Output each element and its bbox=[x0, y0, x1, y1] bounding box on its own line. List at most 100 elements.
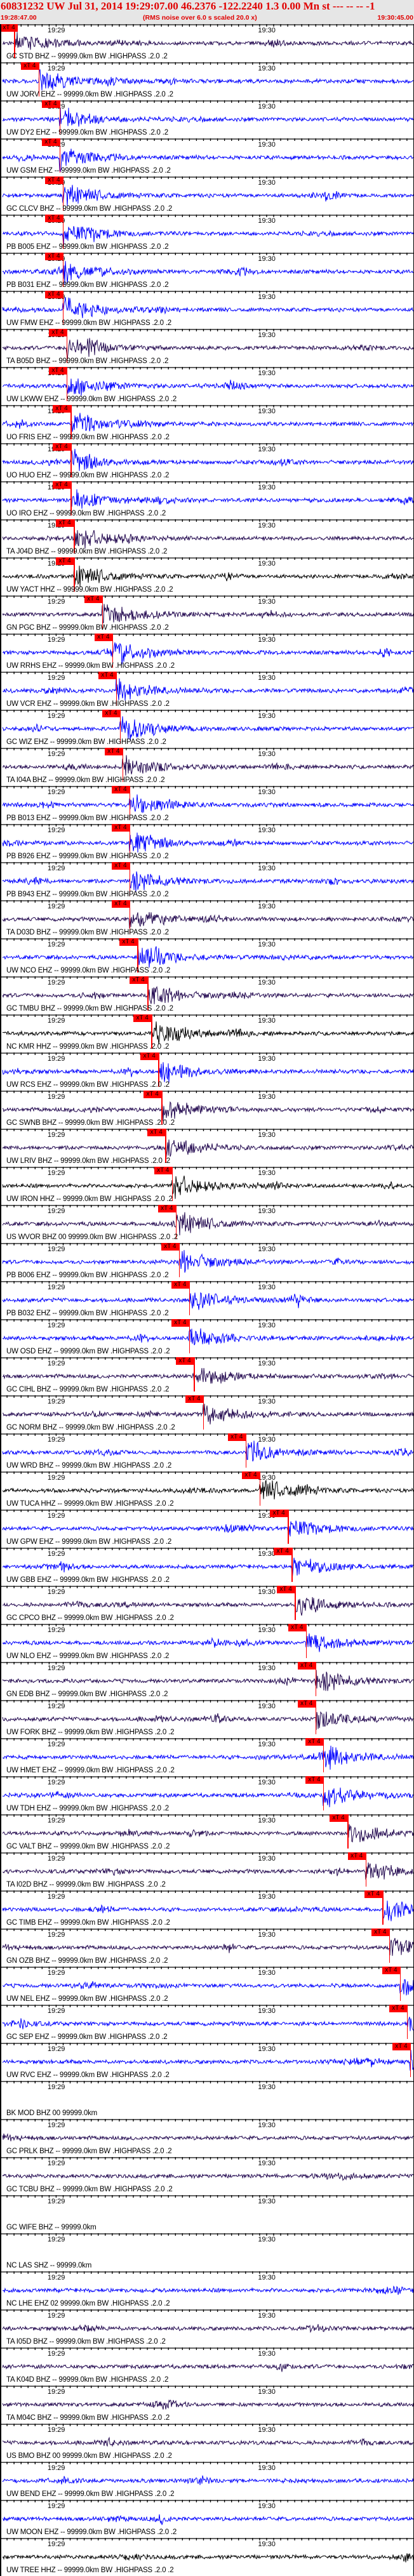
channel-label: GC CIHL BHZ -- 99999.0km BW .HIGHPASS .2… bbox=[6, 1386, 170, 1393]
pick-label[interactable]: xT 4 bbox=[297, 1662, 316, 1670]
pick-label[interactable]: xT 4 bbox=[98, 672, 116, 679]
time-tick-label: 19:29 bbox=[47, 2045, 65, 2053]
pick-label[interactable]: xT 4 bbox=[171, 1319, 189, 1327]
pick-label[interactable]: xT 4 bbox=[20, 62, 39, 70]
pick-marker-line[interactable] bbox=[410, 2043, 411, 2077]
pick-label[interactable]: xT 4 bbox=[347, 1852, 366, 1860]
pick-label[interactable]: xT 4 bbox=[0, 24, 18, 32]
trace-row: 19:2919:30xT 4TA B05D BHZ -- 99999.0km B… bbox=[0, 329, 414, 367]
pick-marker-line[interactable] bbox=[389, 1929, 391, 1963]
pick-label[interactable]: xT 4 bbox=[392, 2043, 410, 2050]
pick-marker-line[interactable] bbox=[291, 1548, 293, 1582]
pick-label[interactable]: xT 4 bbox=[53, 443, 71, 451]
pick-label[interactable]: xT 4 bbox=[171, 1281, 189, 1289]
pick-marker-line[interactable] bbox=[295, 1586, 296, 1620]
pick-label[interactable]: xT 4 bbox=[176, 1357, 194, 1365]
pick-label[interactable]: xT 4 bbox=[297, 1700, 316, 1708]
pick-marker-line[interactable] bbox=[203, 1395, 204, 1430]
pick-label[interactable]: xT 4 bbox=[227, 1433, 246, 1441]
pick-label[interactable]: xT 4 bbox=[133, 1014, 152, 1022]
pick-marker-line[interactable] bbox=[382, 1890, 384, 1925]
pick-marker-line[interactable] bbox=[288, 1510, 289, 1544]
pick-label[interactable]: xT 4 bbox=[48, 329, 67, 336]
pick-marker-line[interactable] bbox=[194, 1357, 195, 1391]
pick-label[interactable]: xT 4 bbox=[119, 938, 138, 946]
time-tick-label: 19:30 bbox=[258, 2236, 276, 2243]
pick-label[interactable]: xT 4 bbox=[41, 138, 60, 146]
pick-marker-line[interactable] bbox=[245, 1433, 247, 1468]
time-tick-label: 19:29 bbox=[47, 1245, 65, 1253]
time-tick-label: 19:29 bbox=[47, 1512, 65, 1520]
pick-label[interactable]: xT 4 bbox=[382, 1967, 400, 1974]
pick-label[interactable]: xT 4 bbox=[144, 1091, 162, 1098]
pick-label[interactable]: xT 4 bbox=[44, 291, 63, 298]
channel-label: GC SEP EHZ -- 99999.0km BW .HIGHPASS .2.… bbox=[6, 2033, 168, 2041]
pick-label[interactable]: xT 4 bbox=[305, 1776, 323, 1784]
pick-label[interactable]: xT 4 bbox=[53, 481, 71, 489]
pick-marker-line[interactable] bbox=[323, 1776, 324, 1810]
pick-marker-line[interactable] bbox=[315, 1700, 317, 1734]
pick-label[interactable]: xT 4 bbox=[330, 1814, 348, 1822]
pick-label[interactable]: xT 4 bbox=[94, 634, 112, 641]
time-tick-label: 19:29 bbox=[47, 827, 65, 834]
pick-label[interactable]: xT 4 bbox=[154, 1167, 172, 1174]
pick-label[interactable]: xT 4 bbox=[44, 253, 63, 260]
pick-label[interactable]: xT 4 bbox=[241, 1471, 260, 1479]
channel-label: GC VALT BHZ -- 99999.0km BW .HIGHPASS .2… bbox=[6, 1843, 170, 1850]
pick-label[interactable]: xT 4 bbox=[53, 405, 71, 413]
pick-label[interactable]: xT 4 bbox=[161, 1243, 179, 1251]
pick-label[interactable]: xT 4 bbox=[371, 1929, 389, 1936]
pick-marker-line[interactable] bbox=[259, 1471, 261, 1506]
channel-label: UW MOON EHZ -- 99999.0km BW .HIGHPASS .2… bbox=[6, 2528, 177, 2536]
pick-label[interactable]: xT 4 bbox=[130, 976, 148, 984]
pick-label[interactable]: xT 4 bbox=[111, 786, 130, 793]
pick-label[interactable]: xT 4 bbox=[111, 862, 130, 870]
time-tick-label: 19:30 bbox=[258, 1169, 276, 1177]
pick-label[interactable]: xT 4 bbox=[364, 1890, 383, 1898]
pick-label[interactable]: xT 4 bbox=[185, 1395, 203, 1403]
time-tick-label: 19:29 bbox=[47, 2121, 65, 2129]
pick-label[interactable]: xT 4 bbox=[288, 1624, 306, 1631]
pick-label[interactable]: xT 4 bbox=[389, 2005, 407, 2012]
pick-label[interactable]: xT 4 bbox=[102, 710, 120, 717]
trace-row: 19:29 19:30 GC PRLK BHZ -- 99999.0km BW .H… bbox=[0, 2119, 414, 2157]
pick-marker-line[interactable] bbox=[189, 1281, 190, 1315]
waveform bbox=[2, 2399, 414, 2410]
pick-label[interactable]: xT 4 bbox=[104, 748, 123, 755]
pick-marker-line[interactable] bbox=[315, 1662, 317, 1696]
trace-row: 19:29 19:30 xT 4 GC SEP EHZ -- 99999.0km BW… bbox=[0, 2005, 414, 2043]
pick-label[interactable]: xT 4 bbox=[270, 1510, 288, 1517]
time-tick-label: 19:29 bbox=[47, 1093, 65, 1101]
pick-label[interactable]: xT 4 bbox=[277, 1586, 295, 1593]
pick-label[interactable]: xT 4 bbox=[44, 176, 63, 184]
pick-label[interactable]: xT 4 bbox=[111, 900, 130, 908]
trace-row: 19:29 19:30 xT 4 UW OSD EHZ -- 99999.0km BW… bbox=[0, 1319, 414, 1357]
time-tick-label: 19:30 bbox=[258, 2045, 276, 2053]
pick-label[interactable]: xT 4 bbox=[84, 595, 102, 603]
pick-label[interactable]: xT 4 bbox=[56, 557, 74, 565]
pick-label[interactable]: xT 4 bbox=[305, 1738, 323, 1746]
pick-label[interactable]: xT 4 bbox=[147, 1129, 166, 1136]
pick-label[interactable]: xT 4 bbox=[111, 824, 130, 832]
pick-label[interactable]: xT 4 bbox=[41, 100, 60, 108]
pick-label[interactable]: xT 4 bbox=[56, 519, 74, 527]
trace-row: 19:2919:30xT 4PB B031 EHZ -- 99999.0km B… bbox=[0, 253, 414, 291]
pick-label[interactable]: xT 4 bbox=[48, 367, 67, 375]
pick-marker-line[interactable] bbox=[189, 1319, 190, 1353]
pick-marker-line[interactable] bbox=[323, 1738, 324, 1772]
pick-marker-line[interactable] bbox=[399, 1967, 401, 2001]
pick-marker-line[interactable] bbox=[406, 2005, 408, 2039]
pick-label[interactable]: xT 4 bbox=[44, 215, 63, 222]
pick-marker-line[interactable] bbox=[347, 1814, 349, 1849]
pick-label[interactable]: xT 4 bbox=[157, 1205, 176, 1212]
pick-marker-line[interactable] bbox=[178, 1243, 180, 1277]
channel-label: UW LRIV BHZ -- 99999.0km BW .HIGHPASS .2… bbox=[6, 1157, 170, 1165]
pick-marker-line[interactable] bbox=[365, 1852, 367, 1887]
trace-row: 19:2919:30xT 4UO IRO EHZ -- 99999.0km BW… bbox=[0, 481, 414, 519]
trace-row: 19:29 19:30 US BMO BHZ 00 99999.0km BW .HI… bbox=[0, 2424, 414, 2462]
time-tick-label: 19:29 bbox=[47, 788, 65, 796]
pick-marker-line[interactable] bbox=[305, 1624, 307, 1658]
waveform bbox=[2, 185, 414, 206]
pick-label[interactable]: xT 4 bbox=[274, 1548, 292, 1555]
pick-label[interactable]: xT 4 bbox=[140, 1052, 159, 1060]
